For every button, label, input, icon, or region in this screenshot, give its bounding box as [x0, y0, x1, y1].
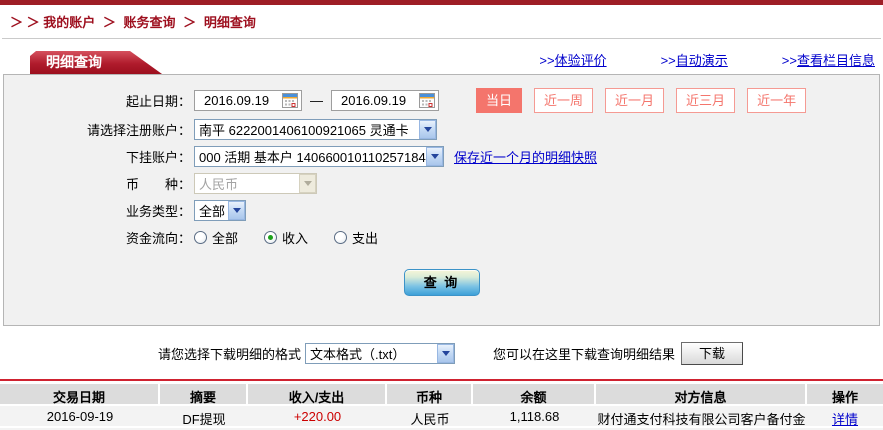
table-header-row: 交易日期 摘要 收入/支出 币种 余额 对方信息 操作 — [0, 384, 883, 404]
quick-button-last-week[interactable]: 近一周 — [534, 88, 594, 113]
cell-summary: DF提现 — [160, 406, 248, 426]
col-header-amount: 收入/支出 — [248, 384, 387, 404]
detail-link[interactable]: 详情 — [832, 412, 858, 426]
currency-value: 人民币 — [199, 176, 239, 192]
query-form-panel: 起止日期： 2016.09.19 — 2016.09.19 当日 近一周 近一月… — [3, 74, 880, 326]
radio-icon[interactable] — [194, 230, 207, 244]
col-header-summary: 摘要 — [160, 384, 248, 404]
fund-flow-option-all[interactable]: 全部 — [194, 228, 238, 247]
transactions-table: 交易日期 摘要 收入/支出 币种 余额 对方信息 操作 2016-09-19 D… — [0, 379, 883, 430]
chevron-down-icon[interactable] — [437, 343, 455, 363]
link-prefix: >> — [660, 53, 676, 68]
calendar-icon[interactable] — [282, 93, 298, 108]
sub-account-row: 下挂账户： 000 活期 基本户 1406600101102571848 保存近… — [4, 145, 879, 167]
section-header: 明细查询 >>体验评价 >>自动演示 >>查看栏目信息 — [0, 44, 883, 74]
quick-button-last-year[interactable]: 近一年 — [747, 88, 807, 113]
date-range-dash: — — [310, 93, 323, 108]
auto-demo-link[interactable]: >>自动演示 — [661, 50, 728, 69]
date-range-row: 起止日期： 2016.09.19 — 2016.09.19 当日 近一周 近一月… — [4, 88, 879, 113]
date-range-label: 起止日期： — [125, 94, 191, 109]
register-account-value: 南平 6222001406100921065 灵通卡 — [199, 122, 409, 138]
fund-flow-option-label: 全部 — [212, 230, 239, 246]
cell-date: 2016-09-19 — [0, 406, 160, 426]
date-to-value: 2016.09.19 — [341, 93, 407, 108]
link-label: 查看栏目信息 — [796, 53, 875, 68]
breadcrumb-divider — [2, 38, 881, 39]
col-header-balance: 余额 — [473, 384, 596, 404]
breadcrumb: ＞ ＞ 我的账户 ＞ 账务查询 ＞ 明细查询 — [0, 5, 883, 36]
download-row: 请您选择下载明细的格式 文本格式（.txt） 您可以在这里下载查询明细结果 下载 — [158, 341, 883, 365]
fund-flow-options: 全部 收入 支出 — [194, 228, 404, 247]
register-account-select[interactable]: 南平 6222001406100921065 灵通卡 — [194, 118, 437, 140]
quick-button-last-month[interactable]: 近一月 — [605, 88, 665, 113]
query-button[interactable]: 查 询 — [403, 269, 480, 296]
experience-review-link[interactable]: >>体验评价 — [539, 50, 606, 69]
download-format-label: 请您选择下载明细的格式 — [158, 346, 302, 362]
link-label: 体验评价 — [554, 53, 607, 68]
chevron-down-icon[interactable] — [419, 119, 436, 139]
radio-checked-icon[interactable] — [264, 230, 278, 244]
link-prefix: >> — [781, 53, 797, 68]
currency-select: 人民币 — [194, 172, 317, 194]
breadcrumb-separator: ＞ — [102, 15, 116, 30]
cell-action: 详情 — [807, 406, 883, 426]
link-prefix: >> — [539, 53, 555, 68]
tab-detail-query: 明细查询 — [30, 51, 162, 74]
header-links: >>体验评价 >>自动演示 >>查看栏目信息 — [539, 50, 875, 69]
chevron-down-icon[interactable] — [426, 146, 443, 166]
register-account-label: 请选择注册账户： — [86, 122, 191, 138]
col-header-counterparty: 对方信息 — [596, 384, 807, 404]
biz-type-label: 业务类型： — [125, 203, 191, 219]
save-snapshot-link[interactable]: 保存近一个月的明细快照 — [454, 147, 597, 166]
chevron-down-icon — [299, 173, 316, 193]
register-account-row: 请选择注册账户： 南平 6222001406100921065 灵通卡 — [4, 118, 879, 140]
cell-currency: 人民币 — [387, 406, 473, 426]
col-header-currency: 币种 — [387, 384, 473, 404]
cell-balance: 1,118.68 — [473, 406, 596, 426]
quick-button-today[interactable]: 当日 — [476, 88, 523, 113]
quick-range-buttons: 当日 近一周 近一月 近三月 近一年 — [476, 88, 807, 113]
biz-type-value: 全部 — [199, 203, 226, 219]
calendar-icon[interactable] — [419, 93, 435, 108]
biz-type-select[interactable]: 全部 — [194, 199, 246, 221]
breadcrumb-prefix: ＞ ＞ — [10, 15, 40, 30]
link-label: 自动演示 — [675, 53, 728, 68]
date-to-input[interactable]: 2016.09.19 — [331, 90, 439, 111]
col-header-action: 操作 — [807, 384, 883, 404]
table-row: 2016-09-19 DF提现 +220.00 人民币 1,118.68 财付通… — [0, 406, 883, 426]
currency-label: 币 种： — [125, 176, 191, 192]
view-column-info-link[interactable]: >>查看栏目信息 — [782, 50, 875, 69]
date-from-value: 2016.09.19 — [204, 93, 270, 108]
sub-account-value: 000 活期 基本户 1406600101102571848 — [199, 149, 426, 165]
cell-counterparty: 财付通支付科技有限公司客户备付金 — [596, 406, 807, 426]
fund-flow-option-label: 收入 — [282, 230, 309, 246]
download-button[interactable]: 下载 — [681, 341, 744, 365]
quick-button-last-3-months[interactable]: 近三月 — [676, 88, 736, 113]
download-hint: 您可以在这里下载查询明细结果 — [493, 346, 676, 362]
biz-type-row: 业务类型： 全部 — [4, 199, 879, 221]
fund-flow-option-income[interactable]: 收入 — [264, 228, 308, 247]
download-format-value: 文本格式（.txt） — [310, 346, 406, 362]
cell-amount: +220.00 — [248, 406, 387, 426]
fund-flow-label: 资金流向： — [125, 230, 191, 246]
fund-flow-option-label: 支出 — [352, 230, 379, 246]
breadcrumb-item-detail-query[interactable]: 明细查询 — [204, 15, 256, 30]
breadcrumb-separator: ＞ — [183, 15, 197, 30]
currency-row: 币 种： 人民币 — [4, 172, 879, 194]
date-from-input[interactable]: 2016.09.19 — [194, 90, 302, 111]
query-button-row: 查 询 — [4, 269, 879, 296]
chevron-down-icon[interactable] — [228, 200, 245, 220]
col-header-date: 交易日期 — [0, 384, 160, 404]
fund-flow-row: 资金流向： 全部 收入 支出 — [4, 226, 879, 248]
sub-account-select[interactable]: 000 活期 基本户 1406600101102571848 — [194, 145, 444, 167]
breadcrumb-item-account-query[interactable]: 账务查询 — [124, 15, 176, 30]
radio-icon[interactable] — [334, 230, 348, 244]
breadcrumb-item-my-account[interactable]: 我的账户 — [43, 15, 95, 30]
fund-flow-option-expense[interactable]: 支出 — [334, 228, 378, 247]
download-format-select[interactable]: 文本格式（.txt） — [305, 342, 456, 364]
sub-account-label: 下挂账户： — [125, 149, 191, 165]
